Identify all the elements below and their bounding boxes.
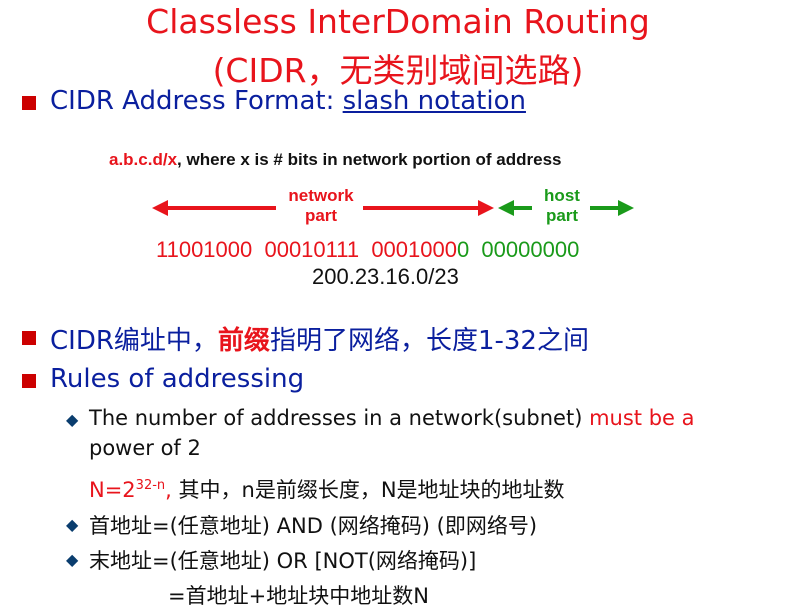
binary-address: 11001000 00010111 00010000 00000000 bbox=[156, 237, 579, 263]
bullet-cidr-format-text: CIDR Address Format: bbox=[50, 86, 343, 116]
bullet-prefix-description: CIDR编址中，前缀指明了网络，长度1-32之间 bbox=[50, 320, 589, 357]
bullet-square-icon bbox=[22, 374, 36, 388]
host-label-line1: host bbox=[544, 186, 580, 205]
network-label-line1: network bbox=[288, 186, 354, 205]
host-arrow-right-head bbox=[618, 200, 634, 216]
prefix-highlight: 前缀 bbox=[217, 326, 270, 356]
formula-explanation: 其中，n是前缀长度，N是地址块的地址数 bbox=[171, 478, 565, 502]
prefix-text-after: 指明了网络，长度1-32之间 bbox=[269, 326, 589, 356]
network-arrow-right-head bbox=[478, 200, 494, 216]
rule1-text: The number of addresses in a network(sub… bbox=[89, 406, 590, 430]
bullet-square-icon bbox=[22, 96, 36, 110]
slide-title-line1: Classless InterDomain Routing bbox=[146, 2, 650, 41]
network-label-line2: part bbox=[304, 206, 338, 225]
diagram-caption: a.b.c.d/x, where x is # bits in network … bbox=[109, 150, 562, 170]
network-part-label: network part bbox=[276, 186, 366, 226]
rule-power-of-two: The number of addresses in a network(sub… bbox=[89, 406, 695, 430]
rule1-emphasis-line1: must be a bbox=[589, 406, 695, 430]
slash-notation-link[interactable]: slash notation bbox=[343, 86, 526, 116]
host-arrow-left-head bbox=[498, 200, 514, 216]
binary-host-bits: 0 00000000 bbox=[456, 237, 580, 262]
dotted-decimal-address: 200.23.16.0/23 bbox=[312, 264, 459, 289]
bullet-rules-heading: Rules of addressing bbox=[50, 364, 305, 394]
caption-description: , where x is # bits in network portion o… bbox=[177, 150, 562, 169]
formula-exponent: 32-n bbox=[135, 478, 166, 493]
diamond-bullet-icon: ◆ bbox=[66, 550, 79, 569]
slide-title-line2: (CIDR，无类别域间选路) bbox=[212, 51, 584, 90]
bullet-cidr-format: CIDR Address Format: slash notation bbox=[50, 86, 526, 116]
bullet-square-icon bbox=[22, 331, 36, 345]
host-label-line2: part bbox=[545, 206, 579, 225]
diamond-bullet-icon: ◆ bbox=[66, 410, 79, 429]
rule-first-address: 首地址=(任意地址) AND (网络掩码) (即网络号) bbox=[89, 514, 538, 538]
rule-last-address: 末地址=(任意地址) OR [NOT(网络掩码)] bbox=[89, 549, 477, 573]
address-count-formula: N=232-n, 其中，n是前缀长度，N是地址块的地址数 bbox=[89, 474, 565, 504]
formula-comma: , bbox=[165, 478, 172, 502]
rule-last-address-continuation: =首地址+地址块中地址数N bbox=[168, 584, 429, 608]
formula-base: N=2 bbox=[89, 478, 136, 502]
rule1-emphasis-line2: power of 2 bbox=[89, 436, 201, 460]
diamond-bullet-icon: ◆ bbox=[66, 515, 79, 534]
binary-network-bits: 11001000 00010111 0001000 bbox=[156, 237, 457, 262]
prefix-text-before: CIDR编址中， bbox=[50, 326, 218, 356]
host-part-label: host part bbox=[534, 186, 590, 226]
network-arrow-left-head bbox=[152, 200, 168, 216]
caption-notation: a.b.c.d/x bbox=[109, 150, 178, 169]
